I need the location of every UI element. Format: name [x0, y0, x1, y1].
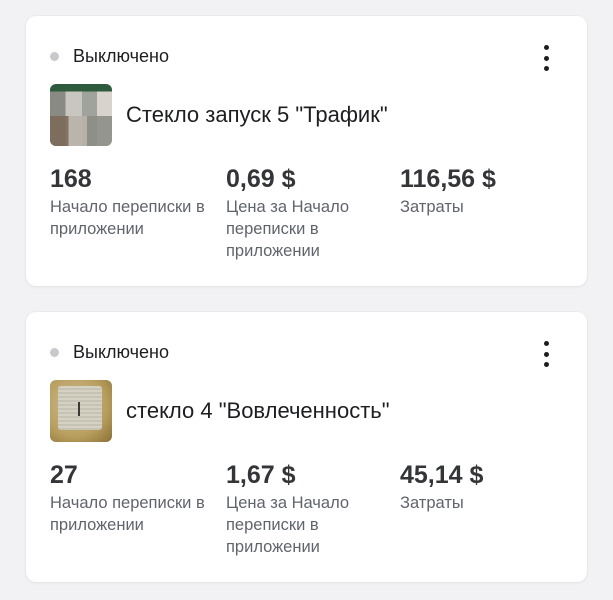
metric-label: Начало переписки в приложении: [50, 198, 205, 238]
more-vertical-icon: [543, 45, 549, 50]
metric-label: Затраты: [400, 494, 464, 512]
more-vertical-icon-dot: [543, 55, 549, 61]
thumbnail-image-part: [58, 386, 102, 430]
status-indicator: Выключено: [50, 46, 169, 67]
metric-value: 168: [50, 165, 92, 193]
status-label: Выключено: [73, 342, 169, 362]
metric-cost-per-result: 0,69 $ Цена за Начало переписки в прилож…: [226, 164, 396, 262]
more-options-button[interactable]: [535, 45, 557, 71]
more-options-button[interactable]: [535, 341, 557, 367]
more-vertical-icon-dot: [543, 66, 549, 71]
metric-spend: 45,14 $ Затраты: [400, 460, 570, 514]
campaign-card[interactable]: Выключено стекло 4 "Вовлеченность" 27 На…: [26, 312, 587, 582]
status-label: Выключено: [73, 46, 169, 66]
ad-thumbnail[interactable]: [50, 380, 112, 442]
metric-label: Затраты: [400, 198, 464, 216]
campaign-name[interactable]: стекло 4 "Вовлеченность": [126, 398, 390, 424]
metric-label: Цена за Начало переписки в приложении: [226, 198, 350, 260]
metric-value: 116,56 $: [400, 165, 496, 193]
metric-results: 27 Начало переписки в приложении: [50, 460, 220, 536]
metric-value: 1,67 $: [226, 461, 296, 489]
more-vertical-icon-dot: [543, 351, 549, 357]
metric-value: 45,14 $: [400, 461, 484, 489]
status-dot-icon: [50, 348, 59, 357]
metric-label: Начало переписки в приложении: [50, 494, 205, 534]
status-indicator: Выключено: [50, 342, 169, 363]
metric-results: 168 Начало переписки в приложении: [50, 164, 220, 240]
more-vertical-icon: [543, 341, 549, 346]
metric-label: Цена за Начало переписки в приложении: [226, 494, 350, 556]
thumbnail-image-part: [78, 402, 80, 416]
metric-value: 0,69 $: [226, 165, 296, 193]
metric-value: 27: [50, 461, 78, 489]
more-vertical-icon-dot: [543, 362, 549, 367]
campaign-card[interactable]: Выключено Стекло запуск 5 "Трафик" 168 Н…: [26, 16, 587, 286]
thumbnail-image-part: [50, 116, 112, 146]
campaign-name[interactable]: Стекло запуск 5 "Трафик": [126, 102, 388, 128]
status-dot-icon: [50, 52, 59, 61]
metric-spend: 116,56 $ Затраты: [400, 164, 570, 218]
metric-cost-per-result: 1,67 $ Цена за Начало переписки в прилож…: [226, 460, 396, 558]
ad-thumbnail[interactable]: [50, 84, 112, 146]
